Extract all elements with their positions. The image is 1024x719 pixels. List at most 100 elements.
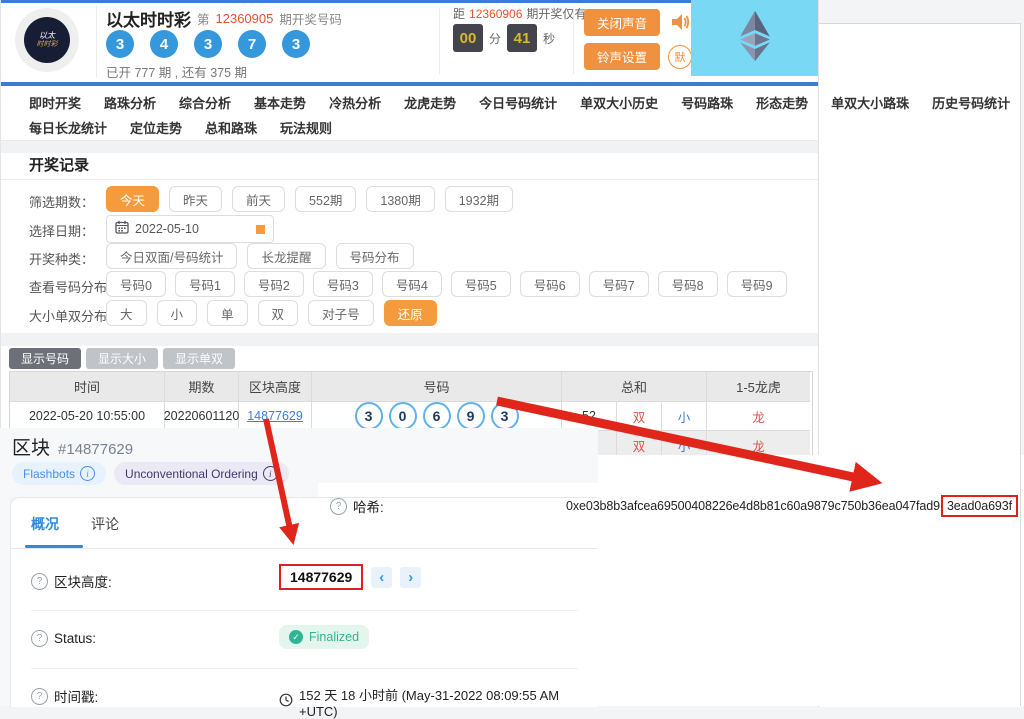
cell-period: 20220601120 [165, 401, 239, 430]
period-daybefore-button[interactable]: 前天 [232, 186, 285, 212]
window-right-edge [1020, 23, 1021, 706]
status-badge: ✓ Finalized [279, 625, 369, 649]
question-icon[interactable]: ? [31, 573, 48, 590]
explorer-left-margin [0, 497, 10, 706]
date-marker-icon [256, 225, 265, 234]
number-6-button[interactable]: 号码6 [520, 271, 580, 297]
period-yesterday-button[interactable]: 昨天 [169, 186, 222, 212]
nav-hot-cold-analysis[interactable]: 冷热分析 [329, 93, 381, 112]
period-552-button[interactable]: 552期 [295, 186, 356, 212]
nav-play-rules[interactable]: 玩法规则 [280, 118, 332, 137]
nav-comprehensive-analysis[interactable]: 综合分析 [179, 93, 231, 112]
flashbots-tag[interactable]: Flashbots i [12, 462, 106, 485]
even-button[interactable]: 双 [258, 300, 299, 326]
big-button[interactable]: 大 [106, 300, 147, 326]
tab-show-numbers[interactable]: 显示号码 [9, 348, 81, 369]
mute-sound-button[interactable]: 关闭声音 [584, 9, 660, 36]
number-9-button[interactable]: 号码9 [727, 271, 787, 297]
number-2-button[interactable]: 号码2 [244, 271, 304, 297]
number-8-button[interactable]: 号码8 [658, 271, 718, 297]
number-0-button[interactable]: 号码0 [106, 271, 166, 297]
lottery-title: 以太时时彩 [106, 6, 191, 31]
nav-pattern-trend[interactable]: 形态走势 [756, 93, 808, 112]
period-options: 今天 昨天 前天 552期 1380期 1932期 [106, 186, 513, 212]
odd-button[interactable]: 单 [207, 300, 248, 326]
tab-show-bigsmall[interactable]: 显示大小 [86, 348, 158, 369]
nav-today-number-stats[interactable]: 今日号码统计 [479, 93, 557, 112]
block-title-row: 区块 #14877629 [12, 433, 133, 460]
question-icon[interactable]: ? [31, 688, 48, 705]
nav-basic-trend[interactable]: 基本走势 [254, 93, 306, 112]
hash-label: 哈希: [353, 496, 384, 516]
cell-time: 2022-05-20 10:55:00 [10, 401, 165, 430]
cell-sum: 52 [562, 401, 617, 430]
countdown-label-row: 距 12360906 期开奖仅有 [453, 5, 586, 22]
tab-overview[interactable]: 概况 [31, 514, 59, 534]
default-ringtone-icon[interactable]: 默 [668, 45, 692, 69]
countdown-minutes: 00 [453, 24, 483, 52]
block-height-label-row: ? 区块高度: [31, 571, 112, 591]
number-1-button[interactable]: 号码1 [175, 271, 235, 297]
nav-oddeven-bigsmall-roadbead[interactable]: 单双大小路珠 [831, 93, 909, 112]
draw-ball: 3 [282, 30, 310, 58]
result-ball: 0 [389, 402, 417, 430]
restore-button[interactable]: 还原 [384, 300, 437, 326]
timestamp-label-row: ? 时间戳: [31, 686, 98, 706]
kind-dragon-alert-button[interactable]: 长龙提醒 [247, 243, 325, 269]
hash-row: ? 哈希: 0xe03b8b3afcea69500408226e4d8b81c6… [330, 492, 1018, 520]
question-icon[interactable]: ? [31, 630, 48, 647]
hash-highlighted-suffix: 3ead0a693f [941, 495, 1018, 517]
nav-position-trend[interactable]: 定位走势 [130, 118, 182, 137]
nav-number-roadbead[interactable]: 号码路珠 [681, 93, 733, 112]
issue-prefix: 第 [197, 9, 210, 28]
small-button[interactable]: 小 [157, 300, 198, 326]
draw-ball: 3 [106, 30, 134, 58]
filter-row-periods: 筛选期数： 今天 昨天 前天 552期 1380期 1932期 [1, 186, 818, 212]
date-picker-input[interactable]: 2022-05-10 [106, 215, 274, 243]
col-dragon-tiger: 1-5龙虎 [707, 372, 810, 401]
question-icon[interactable]: ? [330, 498, 347, 515]
check-icon: ✓ [289, 630, 303, 644]
hash-label-row: ? 哈希: [330, 496, 384, 516]
cell-dragon: 龙 [707, 401, 810, 430]
status-label-row: ? Status: [31, 630, 96, 647]
info-icon[interactable]: i [263, 466, 278, 481]
period-1932-button[interactable]: 1932期 [445, 186, 513, 212]
nav-oddeven-bigsmall-history[interactable]: 单双大小历史 [580, 93, 658, 112]
tab-comments[interactable]: 评论 [91, 514, 119, 534]
timestamp-value-row: 152 天 18 小时前 (May-31-2022 08:09:55 AM +U… [279, 685, 598, 719]
previous-block-button[interactable]: ‹ [371, 567, 392, 588]
nav-instant-draw[interactable]: 即时开奖 [29, 93, 81, 112]
filter-label-kinds: 开奖种类： [29, 249, 94, 268]
timestamp-value: 152 天 18 小时前 (May-31-2022 08:09:55 AM +U… [299, 685, 598, 719]
number-7-button[interactable]: 号码7 [589, 271, 649, 297]
period-1380-button[interactable]: 1380期 [366, 186, 434, 212]
block-height-value: 14877629 [279, 564, 363, 590]
ring-settings-button[interactable]: 铃声设置 [584, 43, 660, 70]
block-tags: Flashbots i Unconventional Ordering i [12, 462, 289, 485]
kind-number-distribution-button[interactable]: 号码分布 [336, 243, 414, 269]
block-height-link[interactable]: 14877629 [247, 409, 303, 423]
period-today-button[interactable]: 今天 [106, 186, 159, 212]
unconventional-ordering-tag[interactable]: Unconventional Ordering i [114, 462, 289, 485]
pair-button[interactable]: 对子号 [308, 300, 374, 326]
status-label: Status: [54, 631, 96, 646]
filter-label-periods: 筛选期数： [29, 192, 94, 211]
nav-history-number-stats[interactable]: 历史号码统计 [932, 93, 1010, 112]
number-5-button[interactable]: 号码5 [451, 271, 511, 297]
nav-sum-roadbead[interactable]: 总和路珠 [205, 118, 257, 137]
lottery-title-row: 以太时时彩 第 12360905 期开奖号码 [106, 8, 342, 28]
countdown-timer: 00 分 41 秒 [453, 24, 555, 52]
number-3-button[interactable]: 号码3 [313, 271, 373, 297]
block-number: #14877629 [58, 441, 133, 458]
tab-show-oddeven[interactable]: 显示单双 [163, 348, 235, 369]
nav-roadbead-analysis[interactable]: 路珠分析 [104, 93, 156, 112]
nav-dragon-tiger-trend[interactable]: 龙虎走势 [404, 93, 456, 112]
col-period: 期数 [165, 372, 239, 401]
nav-daily-dragon-stats[interactable]: 每日长龙统计 [29, 118, 107, 137]
kind-twoside-stats-button[interactable]: 今日双面/号码统计 [106, 243, 237, 269]
next-block-button[interactable]: › [400, 567, 421, 588]
seconds-label: 秒 [543, 30, 555, 47]
info-icon[interactable]: i [80, 466, 95, 481]
number-4-button[interactable]: 号码4 [382, 271, 442, 297]
